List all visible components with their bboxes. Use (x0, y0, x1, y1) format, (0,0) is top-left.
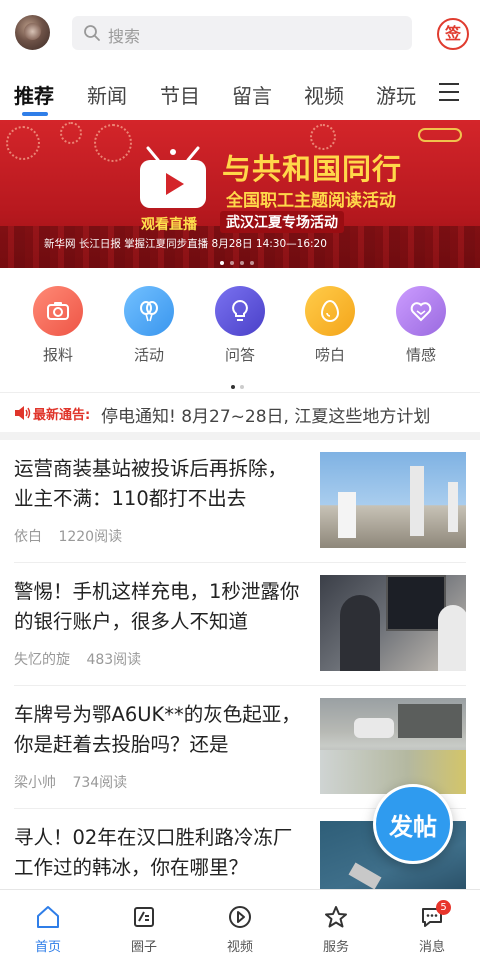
quick-actions-pager (231, 374, 249, 393)
notice-bar[interactable]: 最新通告: 停电通知! 8月27~28日, 江夏这些地方计划 (0, 392, 480, 432)
search-icon (84, 25, 100, 41)
quick-events-button[interactable]: 活动 (113, 286, 185, 365)
quick-emotion-button[interactable]: 情感 (385, 286, 457, 365)
play-icon (210, 904, 270, 930)
banner-subtitle: 全国职工主题阅读活动 (226, 191, 396, 211)
egg-icon (305, 286, 355, 336)
lightbulb-icon (215, 286, 265, 336)
feed-item-author: 依白 (14, 529, 42, 545)
banner-subtitle-secondary: 武汉江夏专场活动 (220, 211, 344, 233)
feed-item[interactable]: 运营商装基站被投诉后再拆除，业主不满：110都打不出去 依白 1220阅读 (0, 440, 480, 563)
live-tv-icon (140, 160, 206, 208)
nav-circle-label: 圈子 (130, 940, 157, 955)
banner-info-line: 新华网 长江日报 掌握江夏同步直播 8月28日 14:30—16:20 (44, 238, 327, 250)
quick-report-button[interactable]: 报料 (22, 286, 94, 365)
quick-events-label: 活动 (133, 346, 164, 364)
banner-title: 与共和国同行 (222, 152, 403, 186)
home-icon (18, 904, 78, 930)
feed-item-title[interactable]: 运营商装基站被投诉后再拆除，业主不满：110都打不出去 (14, 454, 304, 514)
notice-tag: 最新通告: (33, 408, 91, 423)
feed-item-thumbnail[interactable] (320, 575, 466, 671)
tab-messages[interactable]: 留言 (232, 80, 272, 109)
user-avatar[interactable] (15, 15, 50, 50)
nav-video[interactable]: 视频 (210, 904, 270, 955)
menu-icon[interactable] (439, 83, 459, 101)
star-icon (306, 904, 366, 930)
bottom-nav: 首页 圈子 视频 服务 5 消息 (0, 889, 480, 961)
feed-item-title[interactable]: 车牌号为鄂A6UK**的灰色起亚，你是赶着去投胎吗？还是 (14, 700, 304, 760)
camera-icon (33, 286, 83, 336)
search-placeholder: 搜索 (108, 27, 141, 46)
nav-home-label: 首页 (34, 940, 61, 955)
section-divider (0, 432, 480, 440)
balloon-icon (124, 286, 174, 336)
quick-chat-button[interactable]: 唠白 (294, 286, 366, 365)
feed-item[interactable]: 警惕！手机这样充电，1秒泄露你的银行账户，很多人不知道 失忆的旋 483阅读 (0, 563, 480, 686)
feed-item-title[interactable]: 警惕！手机这样充电，1秒泄露你的银行账户，很多人不知道 (14, 577, 304, 637)
message-badge: 5 (436, 900, 451, 915)
feed-item-reads: 734阅读 (72, 775, 128, 791)
quick-report-label: 报料 (42, 346, 73, 364)
banner-pager (220, 250, 260, 269)
feed-item-meta: 依白 1220阅读 (14, 526, 134, 546)
tab-news[interactable]: 新闻 (87, 80, 127, 109)
edit-icon (114, 904, 174, 930)
cloud-decoration (418, 128, 462, 142)
search-bar[interactable]: 搜索 (72, 16, 412, 50)
tab-programs[interactable]: 节目 (160, 80, 200, 109)
nav-services[interactable]: 服务 (306, 904, 366, 955)
nav-messages[interactable]: 5 消息 (402, 900, 462, 955)
tab-recommend[interactable]: 推荐 (14, 80, 54, 109)
feed-item-meta: 失忆的旋 483阅读 (14, 649, 153, 669)
nav-circle[interactable]: 圈子 (114, 904, 174, 955)
feed-item-meta: 梁小帅 734阅读 (14, 772, 139, 792)
post-button[interactable]: 发帖 (373, 784, 453, 864)
tab-videos[interactable]: 视频 (304, 80, 344, 109)
message-icon: 5 (402, 900, 462, 930)
nav-messages-label: 消息 (418, 940, 445, 955)
nav-services-label: 服务 (322, 940, 349, 955)
feed-item-thumbnail[interactable] (320, 698, 466, 794)
quick-qa-label: 问答 (224, 346, 255, 364)
feed-item-title[interactable]: 寻人！02年在汉口胜利路冷冻厂工作过的韩冰，你在哪里？ (14, 823, 304, 883)
sign-in-button[interactable]: 签 (437, 18, 469, 50)
active-tab-indicator (22, 112, 48, 116)
quick-emotion-label: 情感 (405, 346, 436, 364)
feed-item-thumbnail[interactable] (320, 452, 466, 548)
channel-tabs: 推荐 新闻 节目 留言 视频 游玩 (0, 66, 480, 120)
feed-item-reads: 1220阅读 (58, 529, 123, 545)
feed-item-reads: 483阅读 (86, 652, 142, 668)
quick-chat-label: 唠白 (314, 346, 345, 364)
heart-icon (396, 286, 446, 336)
nav-home[interactable]: 首页 (18, 904, 78, 955)
quick-qa-button[interactable]: 问答 (204, 286, 276, 365)
nav-video-label: 视频 (226, 940, 253, 955)
watch-live-label[interactable]: 观看直播 (141, 214, 197, 234)
feed-item-author: 失忆的旋 (14, 652, 70, 668)
quick-actions: 报料 活动 问答 唠白 情感 (0, 268, 480, 389)
tab-travel[interactable]: 游玩 (376, 80, 416, 109)
notice-text[interactable]: 停电通知! 8月27~28日, 江夏这些地方计划 (101, 402, 430, 427)
feed-item-author: 梁小帅 (14, 775, 56, 791)
top-bar: 搜索 签 (0, 0, 480, 66)
speaker-icon (15, 406, 31, 420)
